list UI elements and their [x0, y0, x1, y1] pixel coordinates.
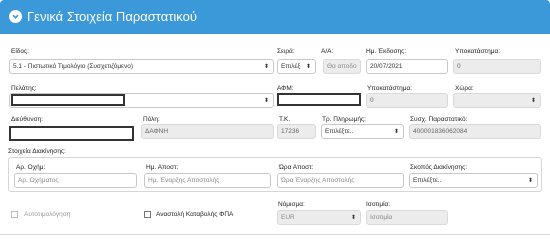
ypokatastima-2-field[interactable]: 0 — [366, 93, 448, 108]
label-xora: Χώρα: — [455, 85, 474, 92]
tr-pliromis-select[interactable]: Επιλέξτε.. ⬍ — [321, 124, 404, 139]
label-isotimia: Ισοτιμία: — [366, 201, 391, 208]
label-tk: Τ.Κ. — [279, 116, 291, 123]
nomisma-value: EUR — [281, 214, 295, 221]
label-anastoli-fpa: Αναστολή Καταβολής ΦΠΑ — [156, 211, 234, 218]
ar-oximatos-placeholder: Αρ. Οχήματος — [18, 177, 59, 184]
eidos-value: 5.1 - Πιστωτικό Τιμολόγιο (Συσχετιζόμενο… — [13, 63, 133, 70]
select-arrows-icon: ⬍ — [263, 98, 269, 104]
ypokatastima-1-value: 0 — [457, 63, 461, 70]
autotimologisi-checkbox[interactable] — [11, 211, 18, 218]
label-hm-apostolis: Ημ. Αποστ: — [146, 164, 179, 171]
section-title: Γενικά Στοιχεία Παραστατικού — [27, 9, 197, 24]
label-hm-ekdosis: Ημ. Έκδοσης: — [366, 48, 407, 55]
collapse-chevron-icon[interactable] — [9, 10, 22, 23]
label-afm: ΑΦΜ: — [277, 85, 294, 92]
select-arrows-icon: ⬍ — [350, 215, 356, 221]
ypokatastima-2-value: 0 — [370, 97, 374, 104]
label-ar-oximatos: Αρ. Οχήμ: — [16, 164, 46, 171]
sysx-parastatiko-value: 400001836062084 — [413, 128, 468, 135]
label-sysx-parastatiko: Συσχ. Παραστατικό: — [410, 116, 468, 123]
label-ypokatastima-2: Υποκατάστημα: — [367, 85, 413, 92]
select-arrows-icon: ⬍ — [530, 98, 536, 104]
isotimia-placeholder: Ισοτιμία — [370, 214, 393, 221]
hm-apostolis-input[interactable]: Ημ. Έναρξης Αποστολής — [144, 173, 271, 188]
pelatis-redacted — [11, 94, 125, 106]
select-arrows-icon: ⬍ — [393, 129, 399, 135]
aa-value: Θα αποδο — [327, 63, 357, 70]
label-autotimologisi: Αυτοτιμολόγηση — [24, 211, 71, 218]
label-poli: Πόλη: — [143, 116, 160, 123]
select-arrows-icon: ⬍ — [263, 64, 269, 70]
label-ora-apostolis: Ώρα Αποστ: — [279, 164, 314, 171]
seira-select[interactable]: Επιλέξ ⬍ — [277, 59, 316, 74]
tk-field[interactable]: 17236 — [277, 124, 316, 139]
anastoli-fpa-checkbox[interactable] — [144, 211, 151, 218]
dieythinsi-field[interactable] — [9, 126, 134, 141]
label-pelatis: Πελάτης: — [11, 85, 37, 92]
label-aa: Α/Α: — [321, 48, 334, 55]
label-seira: Σειρά: — [277, 48, 295, 55]
ora-apostolis-input[interactable]: Ώρα Έναρξης Αποστολής — [277, 173, 404, 188]
eidos-select[interactable]: 5.1 - Πιστωτικό Τιμολόγιο (Συσχετιζόμενο… — [9, 59, 274, 74]
ora-apostolis-placeholder: Ώρα Έναρξης Αποστολής — [281, 177, 355, 184]
skopos-value: Επιλέξτε.. — [413, 177, 442, 184]
sysx-parastatiko-field[interactable]: 400001836062084 — [409, 124, 541, 139]
select-arrows-icon: ⬍ — [527, 178, 533, 184]
label-nomisma: Νόμισμα: — [278, 201, 305, 208]
label-stoixeia-diakinisis: Στοιχεία Διακίνησης: — [8, 148, 66, 155]
skopos-select[interactable]: Επιλέξτε.. ⬍ — [409, 173, 538, 188]
hm-apostolis-placeholder: Ημ. Έναρξης Αποστολής — [148, 177, 220, 184]
xora-select[interactable]: ⬍ — [453, 93, 541, 108]
label-dieythinsi: Διεύθυνση: — [11, 116, 44, 123]
section-header[interactable]: Γενικά Στοιχεία Παραστατικού — [0, 0, 550, 34]
afm-field[interactable] — [277, 93, 361, 106]
hm-ekdosis-field[interactable]: 20/07/2021 — [366, 59, 448, 74]
poli-field[interactable]: ΔΑΦΝΗ — [141, 124, 274, 139]
label-tr-pliromis: Τρ. Πληρωμής: — [322, 116, 366, 123]
label-eidos: Είδος: — [11, 48, 29, 55]
ypokatastima-1-field[interactable]: 0 — [453, 59, 541, 74]
aa-field[interactable]: Θα αποδο — [323, 59, 361, 74]
select-arrows-icon: ⬍ — [305, 64, 311, 70]
tr-pliromis-value: Επιλέξτε.. — [325, 128, 354, 135]
tk-value: 17236 — [281, 128, 300, 135]
label-ypokatastima-1: Υποκατάστημα: — [455, 48, 501, 55]
nomisma-select[interactable]: EUR ⬍ — [277, 210, 361, 225]
hm-ekdosis-value: 20/07/2021 — [370, 63, 403, 70]
seira-value: Επιλέξ — [281, 63, 301, 70]
divider — [0, 234, 550, 235]
isotimia-field[interactable]: Ισοτιμία — [366, 210, 448, 225]
poli-value: ΔΑΦΝΗ — [145, 128, 169, 135]
label-skopos: Σκοπός Διακίνησης: — [410, 164, 468, 171]
ar-oximatos-input[interactable]: Αρ. Οχήματος — [14, 173, 137, 188]
